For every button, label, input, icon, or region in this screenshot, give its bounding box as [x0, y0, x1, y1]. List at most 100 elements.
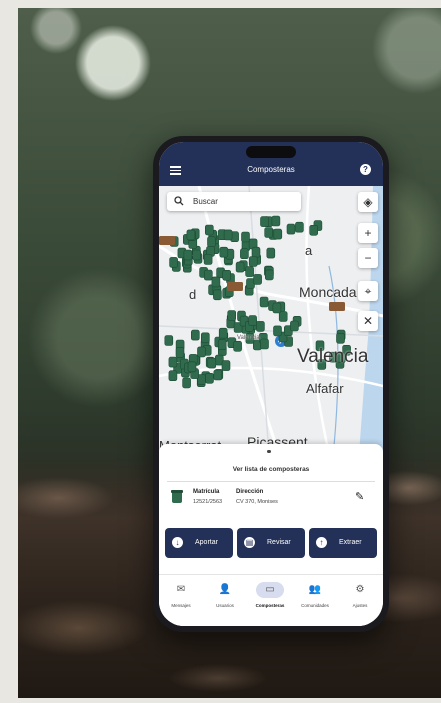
- compost-marker[interactable]: [213, 369, 223, 381]
- zoom-in-button[interactable]: +: [358, 223, 378, 243]
- compost-marker[interactable]: [265, 269, 274, 281]
- container-marker[interactable]: [159, 236, 175, 245]
- compost-marker[interactable]: [207, 357, 217, 369]
- compost-marker[interactable]: [164, 335, 174, 346]
- direccion-value: CV 370, Monises: [236, 499, 278, 505]
- compost-marker[interactable]: [223, 229, 233, 241]
- nav-composteras[interactable]: ▭ Composteras: [248, 575, 292, 626]
- map-label-valencia: Valencia: [297, 346, 369, 367]
- compost-marker[interactable]: [222, 270, 232, 281]
- help-circle-icon[interactable]: ?: [360, 164, 371, 175]
- compost-marker[interactable]: [219, 246, 229, 258]
- compost-bin-icon: ▭: [256, 582, 284, 598]
- compost-marker[interactable]: [273, 228, 283, 240]
- compost-marker[interactable]: [248, 315, 257, 326]
- zoom-out-button[interactable]: −: [358, 248, 378, 268]
- compost-marker[interactable]: [251, 246, 261, 258]
- compost-marker[interactable]: [218, 327, 228, 339]
- compost-marker[interactable]: [245, 266, 254, 277]
- compost-marker[interactable]: [207, 236, 216, 248]
- matricula-value: 12521/2563: [193, 499, 223, 505]
- compost-marker[interactable]: [240, 248, 249, 260]
- compost-marker[interactable]: [260, 338, 269, 350]
- mail-icon: ✉: [176, 584, 186, 595]
- compost-marker[interactable]: [278, 311, 288, 322]
- map-label-a: a: [305, 243, 313, 258]
- nav-label: Mensajes: [171, 603, 191, 608]
- view-list-link[interactable]: Ver lista de composteras: [159, 466, 383, 473]
- compost-marker[interactable]: [256, 321, 265, 332]
- compost-marker[interactable]: [175, 347, 185, 358]
- phone-screen: Composteras ? ✈ Moncada Valencia Alfafar…: [159, 142, 383, 626]
- search-icon: [174, 196, 184, 208]
- locate-button[interactable]: ⌖: [358, 281, 378, 301]
- compost-marker[interactable]: [182, 377, 191, 389]
- compost-marker[interactable]: [203, 269, 213, 281]
- compost-marker[interactable]: [248, 256, 258, 267]
- document-icon: ▤: [244, 537, 255, 548]
- compost-marker[interactable]: [259, 296, 269, 308]
- map-view[interactable]: ✈ Moncada Valencia Alfafar Montserrat Pi…: [159, 186, 383, 454]
- phone-notch: [246, 146, 296, 158]
- compost-marker[interactable]: [217, 339, 227, 350]
- compost-marker[interactable]: [197, 346, 206, 358]
- compost-marker[interactable]: [187, 361, 197, 373]
- compost-marker[interactable]: [295, 221, 304, 233]
- compost-bin-icon: [171, 490, 183, 503]
- compost-marker[interactable]: [290, 320, 299, 332]
- compost-marker[interactable]: [168, 370, 178, 381]
- nav-comunidades[interactable]: 👥 Comunidades: [293, 575, 337, 626]
- phone-mockup: Composteras ? ✈ Moncada Valencia Alfafar…: [153, 136, 389, 632]
- container-marker[interactable]: [227, 282, 243, 291]
- compost-marker[interactable]: [260, 216, 269, 227]
- compost-marker[interactable]: [273, 325, 282, 337]
- map-label-alfafar: Alfafar: [306, 381, 344, 396]
- nav-label: Comunidades: [301, 603, 329, 608]
- nav-mensajes[interactable]: ✉ Mensajes: [159, 575, 203, 626]
- compost-marker[interactable]: [336, 333, 345, 344]
- extraer-button[interactable]: ↑ Extraer: [309, 528, 377, 558]
- compost-marker[interactable]: [183, 249, 193, 261]
- compost-marker[interactable]: [203, 254, 213, 265]
- compost-marker[interactable]: [233, 341, 242, 352]
- compost-marker[interactable]: [309, 224, 318, 236]
- background-photo: Composteras ? ✈ Moncada Valencia Alfafar…: [18, 8, 441, 698]
- compost-marker[interactable]: [264, 227, 273, 238]
- matricula-header: Matrícula: [193, 489, 220, 495]
- sheet-handle[interactable]: [267, 450, 271, 453]
- compost-marker[interactable]: [205, 373, 214, 384]
- divider: [167, 481, 375, 482]
- compost-marker[interactable]: [204, 224, 214, 236]
- aportar-label: Aportar: [195, 539, 218, 546]
- compost-marker[interactable]: [221, 360, 231, 371]
- aportar-button[interactable]: ↓ Aportar: [165, 528, 233, 558]
- compost-marker[interactable]: [186, 229, 196, 241]
- revisar-button[interactable]: ▤ Revisar: [237, 528, 305, 558]
- compost-marker[interactable]: [272, 302, 282, 314]
- download-circle-icon: ↓: [172, 537, 183, 548]
- compost-marker[interactable]: [200, 332, 210, 344]
- pencil-icon[interactable]: ✎: [355, 490, 364, 503]
- nav-ajustes[interactable]: ⚙ Ajustes: [338, 575, 382, 626]
- nav-label: Composteras: [255, 603, 285, 608]
- compost-marker[interactable]: [286, 223, 296, 235]
- compost-marker[interactable]: [271, 215, 281, 227]
- container-marker[interactable]: [329, 302, 345, 311]
- map-base: ✈: [159, 186, 383, 454]
- compost-marker[interactable]: [190, 329, 200, 341]
- compost-marker[interactable]: [241, 231, 250, 243]
- compost-marker[interactable]: [235, 261, 245, 273]
- compost-marker[interactable]: [227, 310, 236, 321]
- tools-button[interactable]: ✕: [358, 311, 378, 331]
- upload-circle-icon: ↑: [316, 537, 327, 548]
- compost-marker[interactable]: [192, 249, 202, 261]
- nav-usuarios[interactable]: 👤 Usuarios: [203, 575, 247, 626]
- compost-marker[interactable]: [253, 274, 262, 285]
- compost-marker[interactable]: [266, 247, 276, 259]
- compost-marker[interactable]: [168, 356, 178, 368]
- compost-marker[interactable]: [169, 257, 178, 268]
- compost-marker[interactable]: [213, 289, 222, 301]
- compost-marker[interactable]: [211, 276, 221, 288]
- layers-button[interactable]: ◈: [358, 192, 378, 212]
- search-input[interactable]: Buscar: [167, 192, 301, 211]
